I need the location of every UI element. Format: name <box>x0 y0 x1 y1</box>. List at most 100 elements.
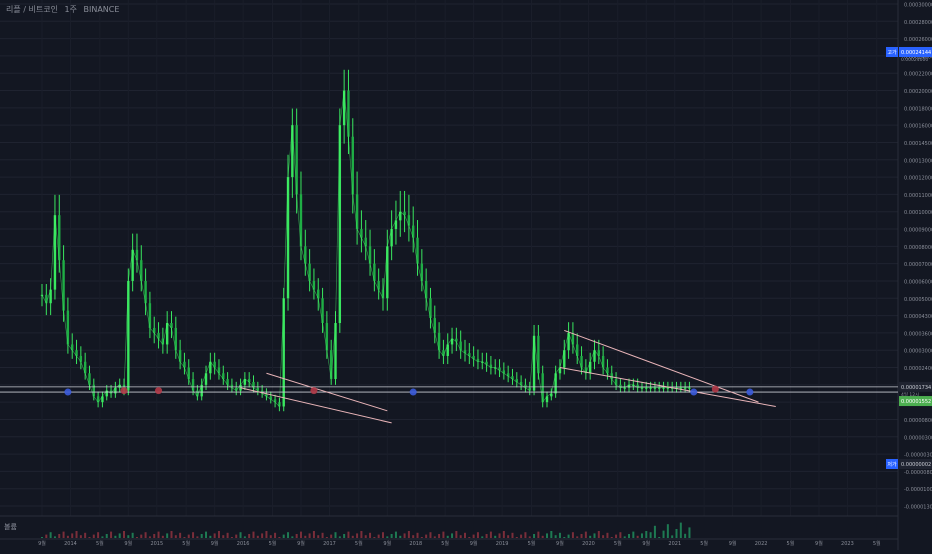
volume-bar <box>304 535 307 538</box>
y-tick-label: -0.00001000 <box>904 487 932 493</box>
x-tick-label: 5월 <box>96 540 104 547</box>
volume-bar <box>166 533 169 538</box>
signal-marker <box>155 387 163 395</box>
volume-bar <box>684 533 687 538</box>
y-tick-label: 0.00000300 <box>904 435 932 441</box>
y-tick-label: 0.00014500 <box>904 141 932 147</box>
volume-bar <box>442 531 445 538</box>
volume-bar <box>295 534 298 538</box>
volume-bar <box>239 532 242 538</box>
volume-bar <box>412 535 415 538</box>
x-tick-label: 5월 <box>873 540 881 547</box>
volume-bar <box>369 532 372 538</box>
volume-bar <box>511 532 514 538</box>
volume-bar <box>308 533 311 538</box>
y-tick-label: 0.00003000 <box>904 349 932 355</box>
volume-bar <box>610 537 613 538</box>
legend-interval: 1주 <box>64 5 77 14</box>
volume-bar <box>546 533 549 538</box>
volume-bar <box>140 534 143 538</box>
volume-bar <box>571 532 574 538</box>
y-tick-label: -0.00001300 <box>904 505 932 511</box>
volume-bar <box>364 535 367 538</box>
volume-bar <box>688 527 691 538</box>
volume-bar <box>615 534 618 538</box>
volume-bar <box>593 533 596 538</box>
volume-bar <box>205 531 208 538</box>
x-tick-label: 9월 <box>815 540 823 547</box>
volume-bar <box>360 531 363 538</box>
signal-marker <box>409 388 417 396</box>
y-tick-label: 0.00018000 <box>904 106 932 112</box>
x-tick-label: 2014 <box>64 541 77 547</box>
y-tick-label: 0.00003600 <box>904 331 932 337</box>
volume-bar <box>312 531 315 538</box>
volume-bar <box>515 537 518 538</box>
x-tick-label: 5월 <box>614 540 622 547</box>
volume-bar <box>334 532 337 538</box>
chart-svg[interactable]: 0.00030000 0.00028000 0.00026000 0.00024000… <box>0 0 932 550</box>
x-tick-label: 2020 <box>582 541 595 547</box>
volume-bar <box>386 536 389 538</box>
x-tick-label: 2022 <box>755 541 768 547</box>
volume-bar <box>53 536 56 538</box>
volume-bar <box>420 537 423 538</box>
volume-bar <box>576 536 579 538</box>
low-price-tag-value: 0.00000002 <box>901 462 931 468</box>
volume-bar <box>127 535 130 538</box>
volume-bar <box>438 534 441 538</box>
volume-bar <box>524 532 527 538</box>
volume-bar <box>666 524 669 538</box>
x-tick-label: 9월 <box>556 540 564 547</box>
y-tick-label: 0.00013000 <box>904 158 932 164</box>
volume-bar <box>537 531 540 538</box>
y-tick-label: 0.00022000 <box>904 72 932 78</box>
volume-bar <box>425 534 428 538</box>
volume-bar <box>58 534 61 538</box>
volume-bar <box>377 534 380 538</box>
volume-bar <box>131 532 134 538</box>
volume-bar <box>256 535 259 538</box>
volume-bar <box>235 534 238 538</box>
volume-bar <box>66 535 69 538</box>
volume-bar <box>563 537 566 538</box>
last-price-tag-label: 고가 <box>887 49 897 56</box>
volume-bar <box>161 535 164 538</box>
volume-bar <box>92 534 95 538</box>
volume-bar <box>554 535 557 538</box>
volume-bar <box>97 532 100 538</box>
volume-bar <box>407 531 410 538</box>
volume-bar <box>157 531 160 538</box>
volume-bar <box>118 533 121 538</box>
volume-bar <box>433 536 436 538</box>
price-chart[interactable]: 0.00030000 0.00028000 0.00026000 0.00024000… <box>0 0 932 550</box>
x-tick-label: 2017 <box>323 541 336 547</box>
volume-bar <box>679 522 682 538</box>
volume-bar <box>49 532 52 538</box>
x-tick-label: 9월 <box>124 540 132 547</box>
volume-bar <box>416 532 419 538</box>
x-tick-label: 5월 <box>700 540 708 547</box>
x-tick-label: 9월 <box>642 540 650 547</box>
volume-bar <box>390 534 393 538</box>
volume-bar <box>79 535 82 538</box>
current-price-tag-value: 0.00001552 <box>901 399 931 405</box>
volume-bar <box>282 534 285 538</box>
x-tick-label: 5월 <box>355 540 363 547</box>
volume-bar <box>558 532 561 538</box>
y-tick-label: 0.00007000 <box>904 262 932 268</box>
low-price-tag-label: 저가 <box>887 461 897 468</box>
volume-bar <box>394 531 397 538</box>
volume-bar <box>494 535 497 538</box>
volume-bar <box>541 535 544 538</box>
y-tick-label: 0.00016000 <box>904 124 932 130</box>
x-tick-label: 2019 <box>496 541 509 547</box>
volume-bar <box>265 531 268 538</box>
volume-bar <box>243 536 246 538</box>
volume-bar <box>287 532 290 538</box>
volume-bar <box>476 532 479 538</box>
x-tick-label: 2015 <box>150 541 163 547</box>
volume-bar <box>589 535 592 538</box>
volume-bar <box>640 533 643 538</box>
volume-bar <box>105 534 108 538</box>
